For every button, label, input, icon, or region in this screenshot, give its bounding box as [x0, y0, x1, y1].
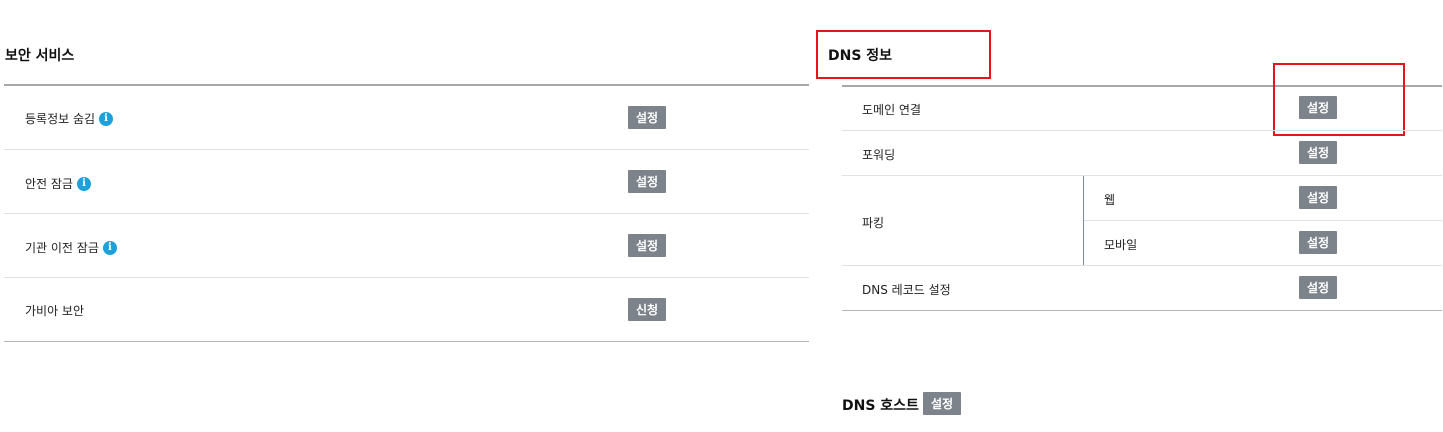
gabia-security-row: 가비아 보안	[25, 302, 84, 319]
row-divider	[4, 277, 809, 278]
transfer-lock-row: 기관 이전 잠금 i	[25, 239, 117, 256]
row-divider	[842, 130, 1442, 131]
safe-lock-row: 안전 잠금 i	[25, 175, 91, 192]
transfer-lock-setting-button[interactable]: 설정	[628, 234, 667, 257]
dns-record-setting-button[interactable]: 설정	[1299, 276, 1338, 299]
info-icon[interactable]: i	[102, 240, 117, 255]
parking-web-label: 웹	[1104, 193, 1116, 207]
gabia-security-label: 가비아 보안	[25, 304, 85, 318]
forwarding-setting-button[interactable]: 설정	[1299, 141, 1338, 164]
security-section-title: 보안 서비스	[5, 48, 75, 64]
hide-registration-row: 등록정보 숨김 i	[25, 110, 114, 127]
domain-connect-highlight	[1273, 63, 1405, 136]
hide-registration-setting-button[interactable]: 설정	[628, 106, 667, 129]
hide-registration-label: 등록정보 숨김	[25, 112, 96, 126]
parking-label: 파킹	[862, 216, 885, 230]
dns-section-title: DNS 정보	[828, 48, 893, 64]
parking-mobile-label: 모바일	[1104, 238, 1138, 252]
row-divider	[1084, 220, 1442, 221]
dns-record-label: DNS 레코드 설정	[862, 283, 951, 297]
forwarding-label: 포워딩	[862, 148, 896, 162]
safe-lock-label: 안전 잠금	[25, 177, 73, 191]
transfer-lock-label: 기관 이전 잠금	[25, 241, 99, 255]
dns-host-title: DNS 호스트	[842, 398, 919, 414]
row-divider	[842, 175, 1442, 176]
row-divider	[4, 213, 809, 214]
domain-connect-label: 도메인 연결	[862, 103, 922, 117]
parking-web-setting-button[interactable]: 설정	[1299, 186, 1338, 209]
row-divider	[842, 265, 1442, 266]
gabia-security-apply-button[interactable]: 신청	[628, 298, 667, 321]
row-divider	[4, 149, 809, 150]
safe-lock-setting-button[interactable]: 설정	[628, 170, 667, 193]
info-icon[interactable]: i	[76, 176, 91, 191]
security-top-divider	[4, 84, 809, 86]
info-icon[interactable]: i	[99, 111, 114, 126]
security-bottom-divider	[4, 341, 809, 342]
parking-mobile-setting-button[interactable]: 설정	[1299, 231, 1338, 254]
dns-bottom-divider	[842, 310, 1442, 311]
dns-host-setting-button[interactable]: 설정	[923, 392, 962, 415]
